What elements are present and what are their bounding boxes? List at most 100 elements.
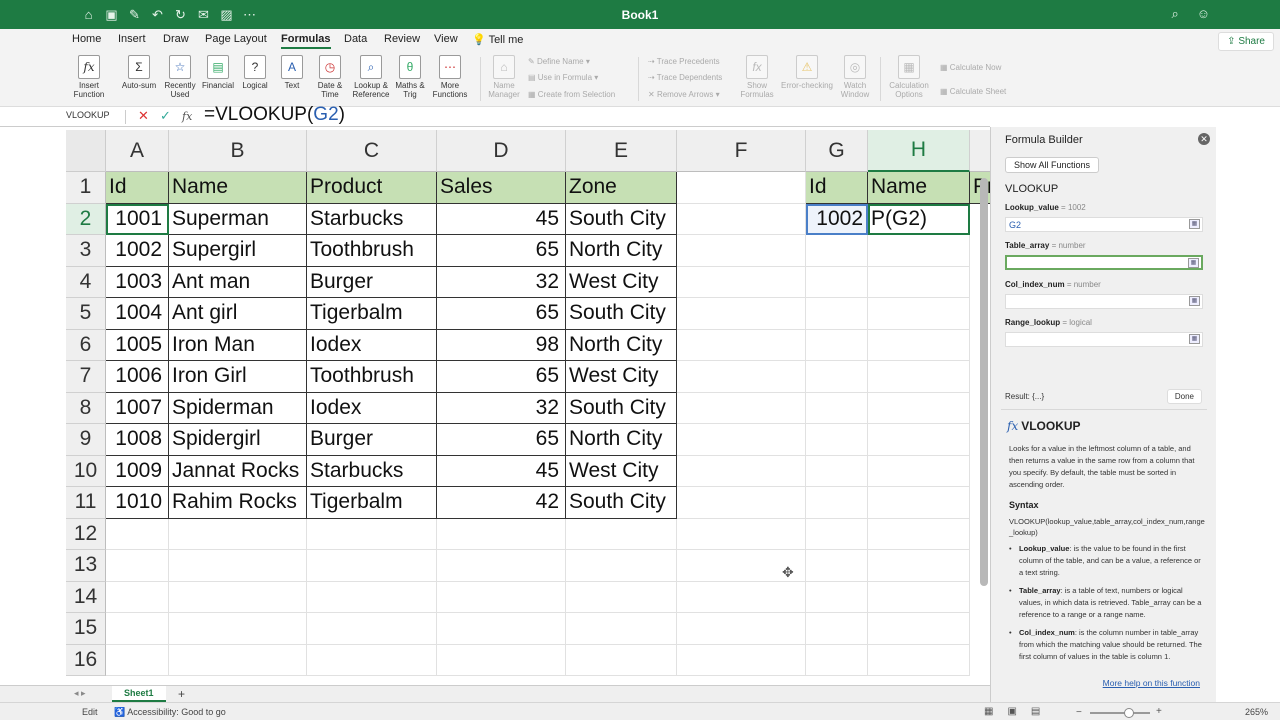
row-header-13[interactable]: 13 — [66, 550, 106, 582]
cell[interactable] — [806, 298, 868, 330]
cell[interactable] — [868, 361, 970, 393]
table-cell[interactable]: Ant girl — [169, 298, 307, 330]
search-icon[interactable]: ⌕ — [1171, 6, 1178, 22]
insert-function-button[interactable]: fx Insert Function — [70, 55, 108, 99]
cell[interactable] — [677, 424, 806, 456]
more-functions-button[interactable]: ⋯ More Functions — [430, 55, 470, 99]
table-cell[interactable]: South City — [566, 392, 677, 424]
cell[interactable] — [677, 266, 806, 298]
show-formulas-button[interactable]: fx Show Formulas — [738, 55, 776, 99]
cell[interactable] — [868, 550, 970, 582]
table-cell[interactable]: 65 — [437, 235, 566, 267]
done-button[interactable]: Done — [1166, 389, 1202, 404]
cell[interactable] — [868, 298, 970, 330]
table-array-input[interactable]: ▦ — [1005, 255, 1203, 270]
cell[interactable] — [307, 644, 437, 676]
table-cell[interactable]: Iodex — [307, 392, 437, 424]
row-header-8[interactable]: 8 — [66, 392, 106, 424]
confirm-icon[interactable]: ✓ — [160, 108, 171, 124]
table-cell[interactable]: Iron Girl — [169, 361, 307, 393]
lookup-reference-button[interactable]: ⌕ Lookup & Reference — [350, 55, 392, 99]
cell[interactable] — [169, 518, 307, 550]
cell[interactable] — [307, 581, 437, 613]
date-time-button[interactable]: ◷ Date & Time — [313, 55, 347, 99]
cell[interactable] — [106, 518, 169, 550]
table-cell[interactable]: Ant man — [169, 266, 307, 298]
tab-page-layout[interactable]: Page Layout — [205, 33, 267, 45]
trace-precedents-button[interactable]: ⇢ Trace Precedents — [648, 57, 720, 66]
financial-button[interactable]: ▤ Financial — [199, 55, 237, 90]
tab-draw[interactable]: Draw — [163, 33, 189, 45]
column-header-a[interactable]: A — [106, 130, 169, 172]
table-cell[interactable]: 32 — [437, 266, 566, 298]
row-header-15[interactable]: 15 — [66, 613, 106, 645]
calculate-now-button[interactable]: ▦ Calculate Now — [940, 63, 1001, 72]
sheet-tab[interactable]: Sheet1 — [112, 686, 166, 702]
table-cell[interactable]: Toothbrush — [307, 361, 437, 393]
cell[interactable] — [106, 581, 169, 613]
cell[interactable] — [868, 644, 970, 676]
row-header-14[interactable]: 14 — [66, 581, 106, 613]
cell[interactable] — [677, 172, 806, 204]
column-header-g[interactable]: G — [806, 130, 868, 172]
tab-review[interactable]: Review — [384, 33, 420, 45]
tab-data[interactable]: Data — [344, 33, 367, 45]
cell[interactable] — [677, 298, 806, 330]
table-cell[interactable]: Starbucks — [307, 455, 437, 487]
column-header-e[interactable]: E — [566, 130, 677, 172]
table-cell[interactable]: Tigerbalm — [307, 298, 437, 330]
cell[interactable] — [677, 644, 806, 676]
table-cell[interactable]: 42 — [437, 487, 566, 519]
cell[interactable] — [868, 581, 970, 613]
cell[interactable] — [437, 550, 566, 582]
cell[interactable] — [677, 455, 806, 487]
cell[interactable] — [677, 487, 806, 519]
account-icon[interactable]: ☺ — [1197, 6, 1210, 22]
table-cell[interactable]: Iron Man — [169, 329, 307, 361]
table-cell[interactable]: 65 — [437, 424, 566, 456]
column-header-b[interactable]: B — [169, 130, 307, 172]
cell[interactable] — [169, 581, 307, 613]
cell[interactable] — [868, 266, 970, 298]
table-cell[interactable]: West City — [566, 361, 677, 393]
table-cell[interactable]: West City — [566, 455, 677, 487]
recently-used-button[interactable]: ☆ Recently Used — [161, 55, 199, 99]
select-all-corner[interactable] — [66, 130, 106, 172]
range-picker-icon[interactable]: ▦ — [1189, 219, 1200, 229]
cell[interactable] — [806, 613, 868, 645]
cell[interactable] — [868, 455, 970, 487]
row-header-10[interactable]: 10 — [66, 455, 106, 487]
table-cell[interactable]: 1006 — [106, 361, 169, 393]
column-header-h[interactable]: H — [868, 130, 970, 172]
table-cell[interactable]: Tigerbalm — [307, 487, 437, 519]
row-header-5[interactable]: 5 — [66, 298, 106, 330]
zoom-slider-handle[interactable] — [1124, 708, 1134, 718]
cell[interactable] — [806, 518, 868, 550]
cell[interactable] — [566, 613, 677, 645]
table-cell[interactable]: Burger — [307, 266, 437, 298]
spreadsheet-grid[interactable]: A B C D E F G H 1 2 3 4 5 6 7 8 9 10 11 12 13 14 15 16 Id Name Pro… — [66, 130, 990, 685]
cell[interactable] — [106, 644, 169, 676]
row-header-7[interactable]: 7 — [66, 361, 106, 393]
cell[interactable] — [307, 613, 437, 645]
table-header-cell[interactable]: Zone — [566, 172, 677, 204]
trace-dependents-button[interactable]: ⇢ Trace Dependents — [648, 73, 722, 82]
cell[interactable] — [806, 455, 868, 487]
table-cell[interactable]: 1009 — [106, 455, 169, 487]
range-picker-icon[interactable]: ▦ — [1189, 334, 1200, 344]
table-cell[interactable]: Toothbrush — [307, 235, 437, 267]
logical-button[interactable]: ? Logical — [238, 55, 272, 90]
cell[interactable] — [868, 329, 970, 361]
lookup-id-cell[interactable]: 1002 — [806, 203, 868, 235]
name-manager-button[interactable]: ⌂ Name Manager — [486, 55, 522, 99]
table-header-cell[interactable]: Product — [307, 172, 437, 204]
fx-icon[interactable]: fx — [182, 110, 192, 123]
range-picker-icon[interactable]: ▦ — [1189, 296, 1200, 306]
tab-view[interactable]: View — [434, 33, 458, 45]
create-from-selection-button[interactable]: ▦ Create from Selection — [528, 90, 615, 99]
watch-window-button[interactable]: ◎ Watch Window — [838, 55, 872, 99]
cell[interactable] — [307, 550, 437, 582]
cell[interactable] — [566, 550, 677, 582]
tab-insert[interactable]: Insert — [118, 33, 146, 45]
table-cell[interactable]: 1007 — [106, 392, 169, 424]
